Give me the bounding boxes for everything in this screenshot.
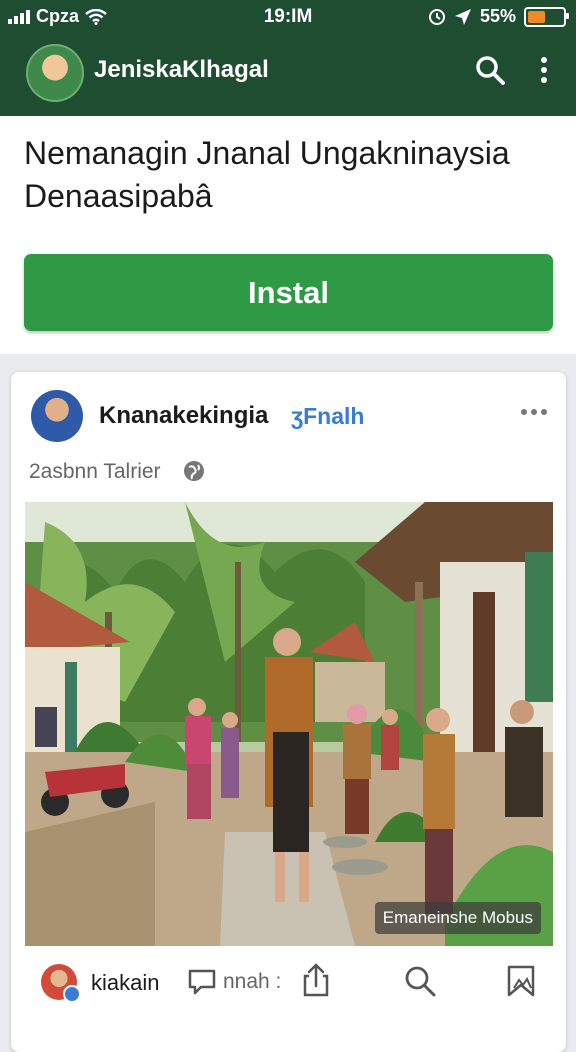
location-arrow-icon (454, 8, 471, 25)
share-icon[interactable] (301, 962, 331, 998)
post-card: Knanakekingia ʒFnalh 2asbnn Talrier Eman… (11, 372, 566, 1052)
post-actions: kiakain nnah : (29, 960, 549, 1010)
village-scene-image (25, 502, 553, 946)
status-bar: Cpza 19:IM 55% (0, 0, 576, 34)
app-bar: JeniskaKlhagal (0, 38, 576, 108)
commenter-avatar[interactable] (41, 964, 81, 1003)
commenter-name[interactable]: kiakain (91, 970, 159, 996)
comment-icon[interactable] (187, 968, 217, 996)
search-icon[interactable] (403, 964, 437, 998)
post-author-avatar[interactable] (31, 390, 83, 442)
battery-label: 55% (479, 6, 516, 26)
bookmark-icon[interactable] (505, 964, 537, 998)
verified-badge-icon (63, 985, 81, 1003)
post-badge[interactable]: ʒFnalh (291, 403, 364, 430)
top-header: Cpza 19:IM 55% JeniskaKlhagal (0, 0, 576, 116)
more-horizontal-icon[interactable] (520, 406, 548, 418)
alarm-icon (428, 8, 445, 25)
battery-fill (528, 10, 545, 23)
globe-icon (184, 461, 204, 481)
photo-caption: Emaneinshe Mobus (374, 902, 541, 934)
profile-avatar[interactable] (26, 44, 84, 102)
comment-label[interactable]: nnah : (223, 970, 281, 994)
search-icon[interactable] (472, 52, 508, 88)
install-button[interactable]: Instal (24, 254, 553, 331)
install-banner: Nemanagin Jnanal Ungakninaysia Denaasipa… (0, 116, 576, 354)
post-timestamp: 2asbnn Talrier (29, 460, 161, 483)
post-photo[interactable]: Emaneinshe Mobus (25, 502, 553, 946)
install-heading: Nemanagin Jnanal Ungakninaysia Denaasipa… (24, 135, 510, 214)
app-title: JeniskaKlhagal (94, 56, 269, 83)
more-vert-icon[interactable] (526, 52, 562, 88)
battery-icon (524, 6, 569, 27)
post-author-name[interactable]: Knanakekingia (99, 402, 268, 430)
status-right: 55% (428, 6, 569, 27)
